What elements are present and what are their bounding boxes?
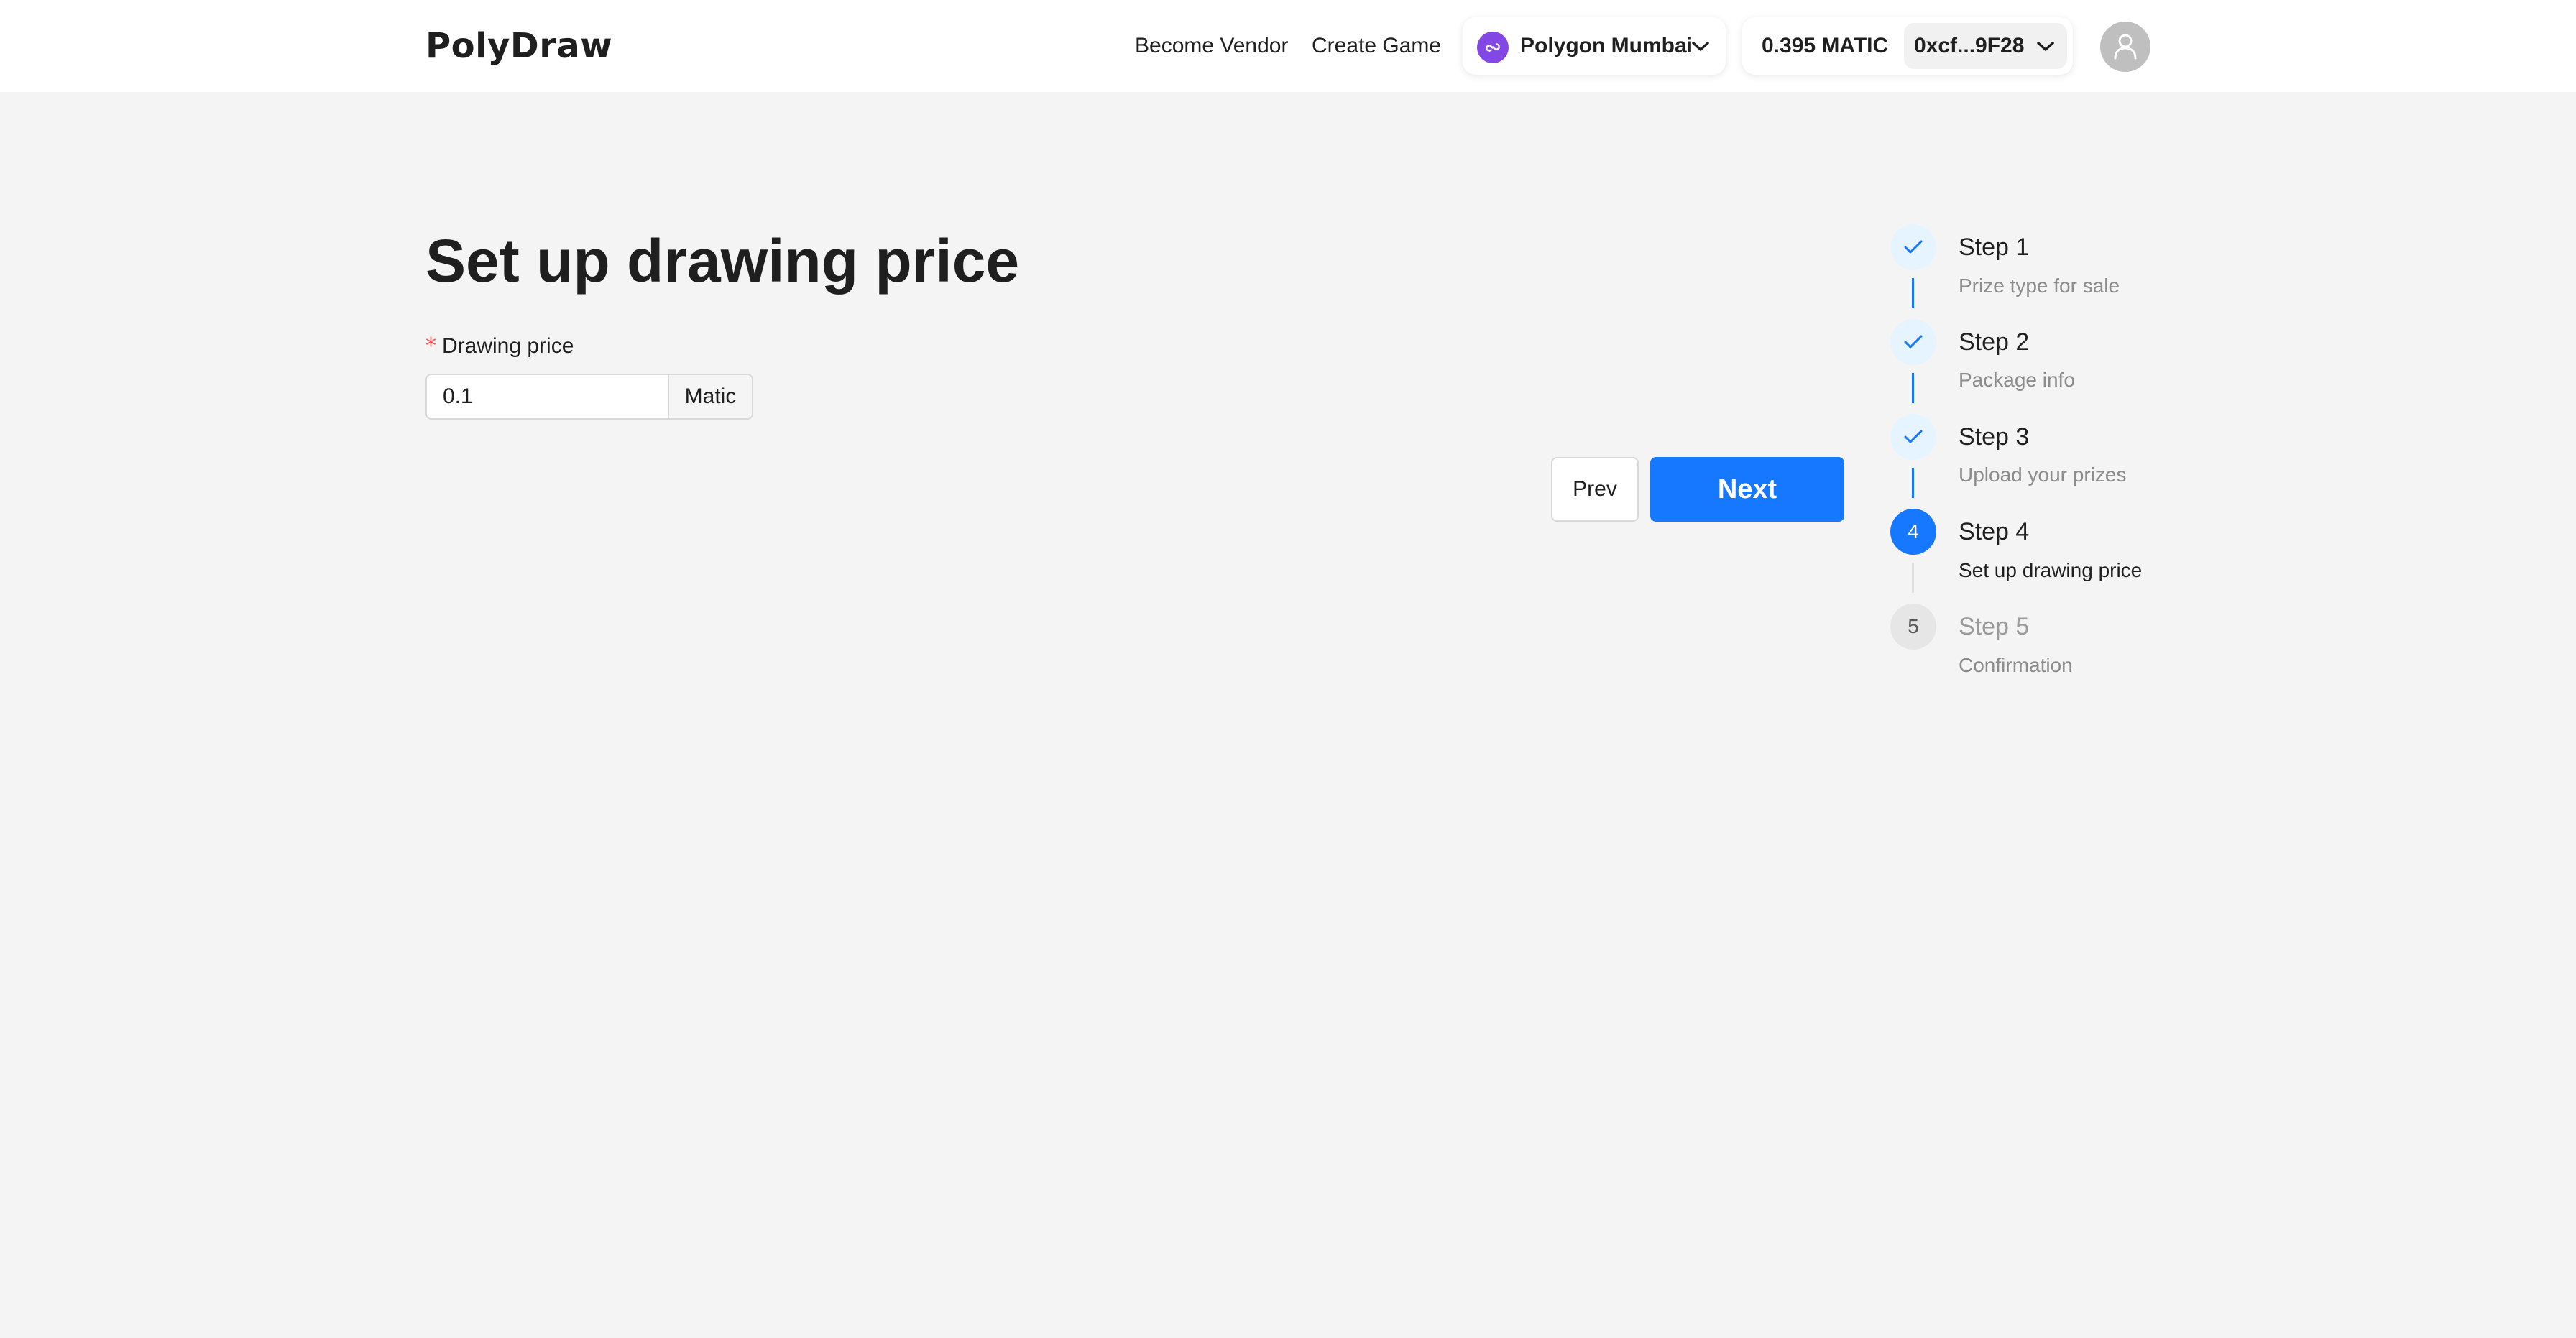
- user-icon: [2114, 34, 2137, 60]
- step-5-description: Confirmation: [1959, 654, 2073, 676]
- wallet-address: 0xcf...9F28: [1914, 34, 2025, 57]
- step-4-number-badge: 4: [1890, 509, 1936, 555]
- step-2-title: Step 2: [1959, 328, 2030, 356]
- chevron-down-icon: [2037, 42, 2054, 51]
- step-1-description: Prize type for sale: [1959, 274, 2120, 297]
- prev-button[interactable]: Prev: [1551, 457, 1639, 522]
- step-3-description: Upload your prizes: [1959, 463, 2127, 486]
- step-4-title: Step 4: [1959, 518, 2030, 545]
- become-vendor-link[interactable]: Become Vendor: [1135, 33, 1288, 59]
- drawing-price-input[interactable]: [426, 374, 668, 420]
- step-4-description: Set up drawing price: [1959, 559, 2143, 581]
- step-2-check-icon: [1890, 319, 1936, 365]
- price-unit-addon: Matic: [668, 374, 753, 420]
- top-navbar: PolyDraw Become Vendor Create Game Polyg…: [0, 0, 2576, 92]
- page-title: Set up drawing price: [426, 227, 1020, 295]
- chevron-down-icon: [1692, 42, 1709, 51]
- next-button[interactable]: Next: [1650, 457, 1844, 522]
- step-connector: [1912, 373, 1914, 403]
- step-5-number-badge: 5: [1890, 604, 1936, 650]
- app-logo[interactable]: PolyDraw: [426, 26, 612, 66]
- wallet-address-button[interactable]: 0xcf...9F28: [1904, 23, 2067, 69]
- step-5-title: Step 5: [1959, 613, 2030, 640]
- step-connector: [1912, 468, 1914, 498]
- network-selector[interactable]: Polygon Mumbai: [1463, 17, 1726, 75]
- step-connector: [1912, 278, 1914, 308]
- step-1-title: Step 1: [1959, 234, 2030, 261]
- wallet-balance: 0.395 MATIC: [1762, 34, 1889, 57]
- wallet-widget: 0.395 MATIC 0xcf...9F28: [1742, 17, 2073, 75]
- required-mark: *: [426, 333, 436, 359]
- network-name: Polygon Mumbai: [1520, 34, 1693, 57]
- drawing-price-label-text: Drawing price: [442, 334, 574, 358]
- step-1-check-icon: [1890, 224, 1936, 270]
- step-connector: [1912, 563, 1914, 593]
- step-3-check-icon: [1890, 414, 1936, 460]
- drawing-price-label: * Drawing price: [426, 333, 574, 359]
- user-avatar-button[interactable]: [2100, 22, 2150, 72]
- step-3-title: Step 3: [1959, 423, 2030, 451]
- step-2-description: Package info: [1959, 369, 2075, 391]
- create-game-link[interactable]: Create Game: [1312, 33, 1441, 59]
- polygon-logo-icon: [1477, 32, 1509, 63]
